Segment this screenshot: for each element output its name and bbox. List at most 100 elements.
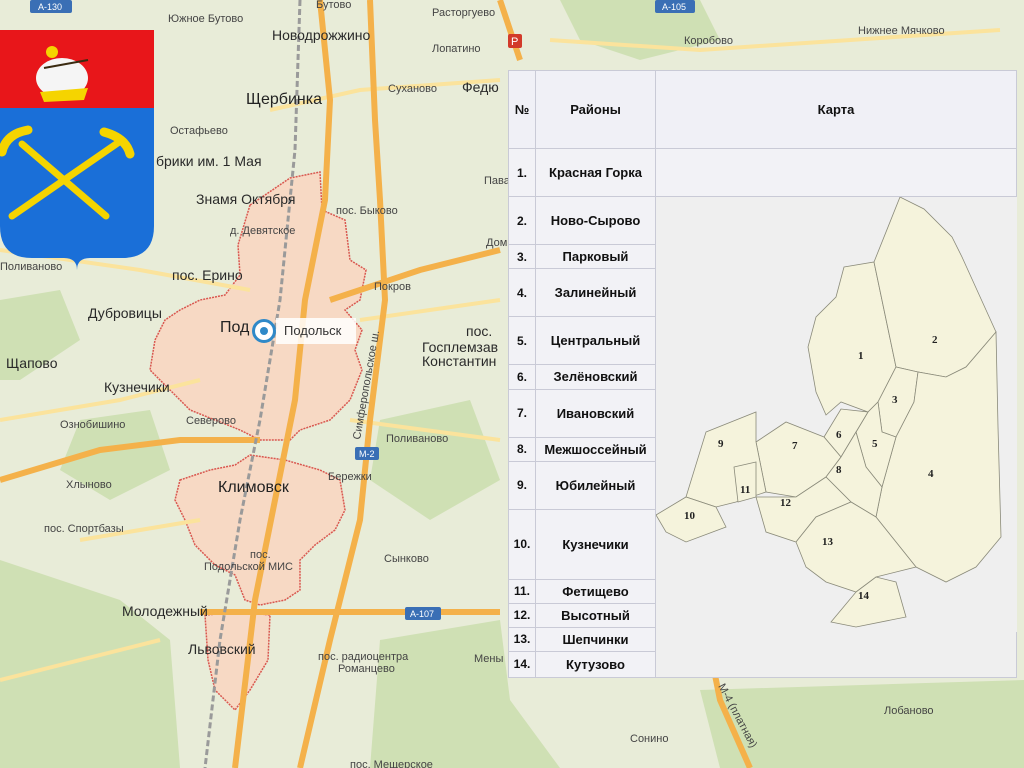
- parking-icon: P: [508, 34, 522, 48]
- header-map: Карта: [655, 69, 1017, 150]
- svg-text:пос. Ерино: пос. Ерино: [172, 267, 243, 283]
- row-num: 8.: [508, 436, 536, 462]
- svg-text:Северово: Северово: [186, 415, 236, 427]
- svg-text:А-105: А-105: [662, 2, 686, 12]
- svg-text:Ознобишино: Ознобишино: [60, 419, 125, 431]
- svg-text:Константин: Константин: [422, 353, 496, 369]
- svg-text:Климовск: Климовск: [218, 479, 290, 496]
- svg-text:Бережки: Бережки: [328, 471, 372, 483]
- svg-text:Расторгуево: Расторгуево: [432, 7, 495, 19]
- row-district-name: Юбилейный: [535, 460, 656, 510]
- row-num: 9.: [508, 460, 536, 510]
- svg-text:Лобаново: Лобаново: [884, 705, 934, 717]
- svg-text:5: 5: [872, 438, 878, 450]
- svg-text:А-130: А-130: [38, 2, 62, 12]
- svg-text:Романцево: Романцево: [338, 663, 395, 675]
- podolsk-popup-label[interactable]: Подольск: [276, 318, 356, 344]
- svg-text:11: 11: [740, 484, 750, 496]
- table-row: 2. Ново-Сырово 1 2 3 4 5 6 7 8 9 10 11 1…: [508, 196, 1017, 678]
- svg-text:Знамя Октября: Знамя Октября: [196, 191, 295, 207]
- row-num: 10.: [508, 508, 536, 580]
- svg-text:пос. Быково: пос. Быково: [336, 205, 398, 217]
- svg-text:Щербинка: Щербинка: [246, 91, 322, 108]
- svg-text:14: 14: [858, 590, 870, 602]
- svg-text:2: 2: [932, 334, 938, 346]
- header-num: №: [508, 69, 536, 150]
- svg-text:д. Девятское: д. Девятское: [230, 225, 295, 237]
- svg-text:Пава: Пава: [484, 175, 511, 187]
- road-badge-a130: А-130: [30, 0, 72, 13]
- coat-of-arms-icon: [0, 30, 154, 270]
- svg-text:Подольской МИС: Подольской МИС: [204, 561, 293, 573]
- svg-text:Дом: Дом: [486, 237, 507, 249]
- district-map: 1 2 3 4 5 6 7 8 9 10 11 12 13 14: [656, 197, 1017, 633]
- row-num: 3.: [508, 244, 536, 270]
- row-num: 2.: [508, 196, 536, 246]
- row-district-name: Межшоссейный: [535, 436, 656, 462]
- row-district-name: Красная Горка: [535, 148, 656, 198]
- header-districts: Районы: [535, 69, 656, 150]
- row-district-name: Фетищево: [535, 578, 656, 604]
- table-header-row: № Районы Карта: [508, 69, 1017, 150]
- svg-text:Сынково: Сынково: [384, 553, 429, 565]
- row-num: 7.: [508, 388, 536, 438]
- row-district-name: Ивановский: [535, 388, 656, 438]
- svg-text:Новодрожжино: Новодрожжино: [272, 27, 371, 43]
- district-11: [733, 461, 757, 503]
- svg-text:3: 3: [892, 394, 898, 406]
- location-pin-icon[interactable]: [252, 319, 276, 343]
- row-district-name: Высотный: [535, 602, 656, 628]
- svg-text:Мены: Мены: [474, 653, 503, 665]
- svg-text:Щапово: Щапово: [6, 355, 58, 371]
- svg-text:М-2: М-2: [359, 449, 375, 459]
- row-district-name: Парковый: [535, 244, 656, 270]
- svg-text:Коробово: Коробово: [684, 35, 733, 47]
- svg-text:Кузнечики: Кузнечики: [104, 379, 170, 395]
- svg-text:пос.: пос.: [466, 323, 492, 339]
- road-badge-a107: А-107: [405, 607, 441, 620]
- row-num: 6.: [508, 364, 536, 390]
- row-district-name: Ново-Сырово: [535, 196, 656, 246]
- road-badge-m2: М-2: [355, 447, 379, 460]
- svg-text:Нижнее Мячково: Нижнее Мячково: [858, 25, 945, 37]
- svg-text:Покров: Покров: [374, 281, 411, 293]
- svg-text:9: 9: [718, 438, 724, 450]
- svg-text:7: 7: [792, 440, 798, 452]
- svg-text:4: 4: [928, 468, 934, 480]
- svg-text:Бутово: Бутово: [316, 0, 351, 11]
- svg-text:8: 8: [836, 464, 842, 476]
- svg-text:пос. Мещерское: пос. Мещерское: [350, 759, 433, 768]
- svg-text:Федю: Федю: [462, 79, 499, 95]
- row-district-name: Кутузово: [535, 650, 656, 679]
- svg-text:6: 6: [836, 429, 842, 441]
- row-district-name: Шепчинки: [535, 626, 656, 652]
- svg-text:13: 13: [822, 536, 834, 548]
- svg-text:P: P: [511, 36, 518, 48]
- svg-text:Под: Под: [220, 319, 250, 336]
- row-district-name: Центральный: [535, 316, 656, 366]
- svg-text:Лопатино: Лопатино: [432, 43, 481, 55]
- row-num: 11.: [508, 578, 536, 604]
- row-num: 4.: [508, 268, 536, 318]
- svg-text:брики им. 1 Мая: брики им. 1 Мая: [156, 153, 262, 169]
- svg-text:пос. радиоцентра: пос. радиоцентра: [318, 651, 409, 663]
- row-district-name: Залинейный: [535, 268, 656, 318]
- row-num: 12.: [508, 602, 536, 628]
- row-district-name: Кузнечики: [535, 508, 656, 580]
- svg-text:Южное Бутово: Южное Бутово: [168, 13, 243, 25]
- svg-text:Поливаново: Поливаново: [386, 433, 448, 445]
- row-num: 5.: [508, 316, 536, 366]
- row-district-name: Зелёновский: [535, 364, 656, 390]
- svg-text:1: 1: [858, 350, 864, 362]
- svg-text:А-107: А-107: [410, 609, 434, 619]
- svg-text:Хлыново: Хлыново: [66, 479, 112, 491]
- row-num: 14.: [508, 650, 536, 679]
- svg-text:пос. Спортбазы: пос. Спортбазы: [44, 523, 124, 535]
- svg-text:Сонино: Сонино: [630, 733, 668, 745]
- svg-text:Остафьево: Остафьево: [170, 125, 228, 137]
- row-num: 13.: [508, 626, 536, 652]
- svg-text:Молодежный: Молодежный: [122, 603, 208, 619]
- svg-text:пос.: пос.: [250, 549, 271, 561]
- svg-text:12: 12: [780, 497, 792, 509]
- row-num: 1.: [508, 148, 536, 198]
